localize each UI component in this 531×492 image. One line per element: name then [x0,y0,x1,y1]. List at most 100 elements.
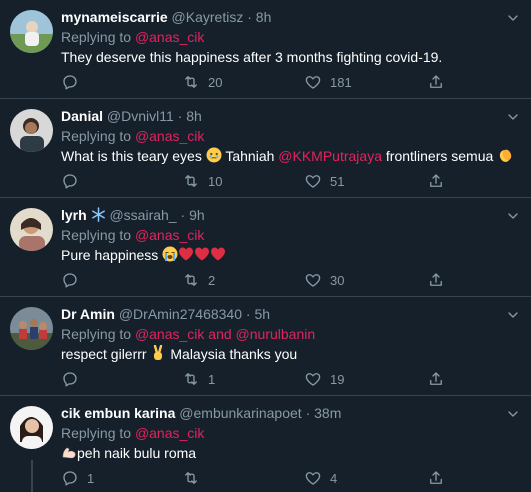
retweet-count: 2 [208,272,216,288]
retweet-button[interactable]: 2 [182,270,215,290]
like-count: 19 [330,371,345,387]
chevron-down-icon[interactable] [505,208,521,224]
display-name[interactable]: Dr Amin [61,306,115,322]
replying-and-label: and [208,326,232,342]
retweet-button[interactable]: 10 [182,171,222,191]
separator: · [177,108,183,124]
thread-connector-line [31,460,33,492]
display-name[interactable]: mynameiscarrie [61,9,168,25]
teary-face-emoji [206,147,222,163]
reply-count: 1 [87,470,95,486]
snowflake-emoji [91,207,105,222]
tweet[interactable]: mynameiscarrie @Kayretisz · 8h Replying … [0,0,531,99]
avatar[interactable] [10,406,53,449]
share-icon [427,370,445,388]
like-button[interactable]: 4 [304,468,337,488]
share-icon [427,172,445,190]
tweet-text-part: Pure happiness [61,247,159,263]
like-button[interactable]: 19 [304,369,344,389]
reply-button[interactable] [61,72,87,92]
avatar[interactable] [10,307,53,350]
timestamp[interactable]: 8h [186,108,202,124]
tweet-text-part: frontliners semua [385,148,494,164]
like-count: 51 [330,173,345,189]
reply-button[interactable] [61,270,87,290]
tweet[interactable]: Danial @Dvnivl11 · 8h Replying to @anas_… [0,99,531,198]
user-handle[interactable]: @Dvnivl11 [107,108,174,124]
like-button[interactable]: 51 [304,171,344,191]
tweet-actions: 10 51 [61,171,531,191]
retweet-icon [182,271,200,289]
tweet-header: Danial @Dvnivl11 · 8h [61,107,202,125]
timestamp[interactable]: 5h [254,306,270,322]
share-button[interactable] [427,72,445,92]
avatar[interactable] [10,208,53,251]
avatar[interactable] [10,10,53,53]
chevron-down-icon[interactable] [505,307,521,323]
replying-mention[interactable]: @anas_cik [135,326,204,342]
tweet[interactable]: Dr Amin @DrAmin27468340 · 5h Replying to… [0,297,531,396]
share-icon [427,73,445,91]
tweet-text-part: What is this teary eyes [61,148,202,164]
heart-icon [304,271,322,289]
replying-mention[interactable]: @anas_cik [135,128,204,144]
tweet-header: lyrh @ssairah_ · 9h [61,206,205,224]
like-button[interactable]: 181 [304,72,352,92]
chevron-down-icon[interactable] [505,109,521,125]
share-icon [427,271,445,289]
timestamp[interactable]: 8h [256,9,272,25]
retweet-button[interactable] [182,468,208,488]
tweet-header: cik embun karina @embunkarinapoet · 38m [61,404,341,422]
reply-button[interactable] [61,369,87,389]
retweet-icon [182,469,200,487]
heart-icon [304,370,322,388]
reply-icon [61,172,79,190]
user-handle[interactable]: @Kayretisz [172,9,244,25]
share-button[interactable] [427,468,445,488]
replying-mention[interactable]: @anas_cik [135,227,204,243]
tweet-mention[interactable]: @KKMPutrajaya [278,148,382,164]
tweet[interactable]: lyrh @ssairah_ · 9h Replying to @anas_ci… [0,198,531,297]
reply-button[interactable]: 1 [61,468,94,488]
retweet-icon [182,172,200,190]
share-button[interactable] [427,369,445,389]
retweet-button[interactable]: 20 [182,72,222,92]
replying-mention[interactable]: @anas_cik [135,425,204,441]
share-button[interactable] [427,270,445,290]
separator: · [305,405,311,421]
like-count: 4 [330,470,338,486]
retweet-count: 20 [208,74,223,90]
tweet-actions: 2 30 [61,270,531,290]
user-handle[interactable]: @DrAmin27468340 [119,306,242,322]
reply-icon [61,469,79,487]
chevron-down-icon[interactable] [505,10,521,26]
replying-to: Replying to @anas_cik [61,226,204,244]
user-handle[interactable]: @embunkarinapoet [179,405,301,421]
replying-label: Replying to [61,128,132,144]
display-name[interactable]: cik embun karina [61,405,175,421]
display-name[interactable]: Danial [61,108,103,124]
tweet[interactable]: cik embun karina @embunkarinapoet · 38m … [0,396,531,492]
user-handle[interactable]: @ssairah_ [109,207,176,223]
separator: · [245,306,251,322]
timestamp[interactable]: 9h [189,207,205,223]
clap-emoji [500,149,512,162]
avatar[interactable] [10,109,53,152]
tweet-text-part: Malaysia thanks you [170,346,298,362]
separator: · [180,207,186,223]
like-button[interactable]: 30 [304,270,344,290]
replying-mention[interactable]: @anas_cik [135,29,204,45]
tweet-actions: 1 4 [61,468,531,488]
heart-icon [304,172,322,190]
red-heart-emoji [195,247,210,261]
timestamp[interactable]: 38m [314,405,341,421]
replying-mention[interactable]: @nurulbanin [236,326,316,342]
display-name[interactable]: lyrh [61,207,87,223]
tweet-text-part: respect gilerrr [61,346,147,362]
share-button[interactable] [427,171,445,191]
tweet-text: peh naik bulu roma [61,444,196,462]
retweet-button[interactable]: 1 [182,369,215,389]
reply-button[interactable] [61,171,87,191]
like-count: 30 [330,272,345,288]
chevron-down-icon[interactable] [505,406,521,422]
